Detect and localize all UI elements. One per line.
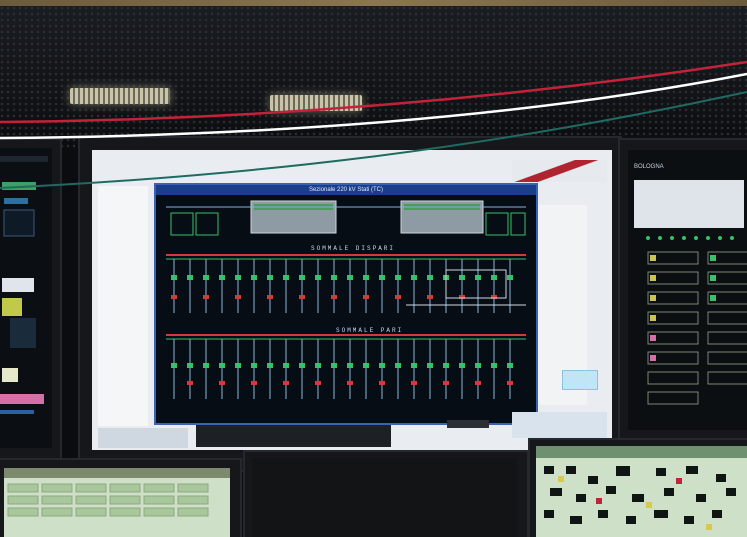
decorative-swoosh (0, 60, 747, 189)
control-room-photo: Sezionale 220 kV Stati (TC) SOMMALE DISP… (0, 0, 747, 537)
